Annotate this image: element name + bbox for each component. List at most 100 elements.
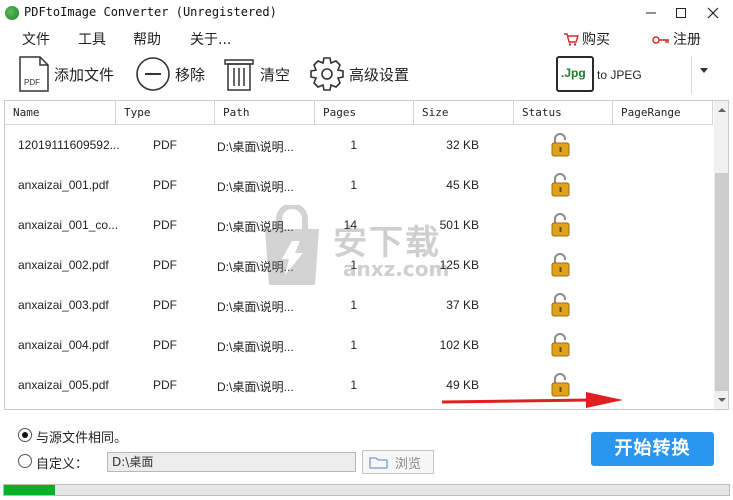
close-icon xyxy=(707,7,719,19)
scroll-down-icon[interactable] xyxy=(714,392,728,409)
cell-name: anxaizai_004.pdf xyxy=(18,338,109,352)
table-row[interactable]: anxaizai_004.pdf PDF D:\桌面\说明... 1 102 KB xyxy=(5,325,713,365)
menu-tools[interactable]: 工具 xyxy=(78,29,106,49)
buy-button[interactable]: 购买 xyxy=(563,29,610,49)
cell-name: 12019111609592... xyxy=(18,138,120,152)
menu-bar: 文件 工具 帮助 关于... 购买 注册 xyxy=(0,28,733,48)
remove-label: 移除 xyxy=(175,65,206,84)
advanced-settings-button[interactable]: 高级设置 xyxy=(309,54,409,94)
file-table: Name Type Path Pages Size Status PageRan… xyxy=(4,100,729,410)
cell-type: PDF xyxy=(153,218,177,232)
minimize-button[interactable] xyxy=(636,4,666,24)
scroll-thumb[interactable] xyxy=(715,173,728,391)
menu-about[interactable]: 关于... xyxy=(190,29,231,49)
table-row[interactable]: anxaizai_003.pdf PDF D:\桌面\说明... 1 37 KB xyxy=(5,285,713,325)
cell-size: 37 KB xyxy=(446,298,479,312)
cell-name: anxaizai_001.pdf xyxy=(18,178,109,192)
progress-bar xyxy=(3,484,730,496)
cell-pages: 1 xyxy=(350,138,357,152)
column-path[interactable]: Path xyxy=(215,101,315,125)
cell-size: 102 KB xyxy=(439,338,479,352)
cell-pages: 1 xyxy=(350,378,357,392)
register-label: 注册 xyxy=(673,32,701,48)
cell-path: D:\桌面\说明... xyxy=(217,140,294,154)
add-files-label: 添加文件 xyxy=(54,65,115,84)
cell-name: anxaizai_001_co... xyxy=(18,218,119,232)
column-page-range[interactable]: PageRange xyxy=(613,101,713,125)
format-badge: .Jpg xyxy=(561,66,586,80)
cell-size: 32 KB xyxy=(446,138,479,152)
cell-pages: 14 xyxy=(343,218,357,232)
cell-type: PDF xyxy=(153,298,177,312)
table-row[interactable]: anxaizai_001_co... PDF D:\桌面\说明... 14 501 KB xyxy=(5,205,713,245)
table-header: Name Type Path Pages Size Status PageRan… xyxy=(5,101,713,125)
vertical-scrollbar[interactable] xyxy=(714,101,728,409)
toolbar: PDF 添加文件 移除 清空 高级设置 .Jpg to JPEG xyxy=(0,50,733,98)
maximize-icon xyxy=(676,8,686,18)
cell-type: PDF xyxy=(153,338,177,352)
cell-size: 501 KB xyxy=(439,218,479,232)
trash-icon xyxy=(224,59,254,91)
minimize-icon xyxy=(646,12,656,14)
unlocked-padlock-icon xyxy=(551,213,570,237)
chevron-down-icon[interactable] xyxy=(700,68,708,73)
cell-path: D:\桌面\说明... xyxy=(217,260,294,274)
app-logo-icon xyxy=(5,6,19,20)
custom-path-label: 自定义： xyxy=(36,457,89,472)
menu-help[interactable]: 帮助 xyxy=(133,29,161,49)
toolbar-separator xyxy=(691,56,692,94)
cell-pages: 1 xyxy=(350,338,357,352)
advanced-settings-label: 高级设置 xyxy=(349,65,410,84)
cell-pages: 1 xyxy=(350,258,357,272)
browse-button[interactable]: 浏览 xyxy=(362,450,434,474)
remove-button[interactable]: 移除 xyxy=(135,54,205,94)
table-row[interactable]: anxaizai_001.pdf PDF D:\桌面\说明... 1 45 KB xyxy=(5,165,713,205)
cell-type: PDF xyxy=(153,258,177,272)
maximize-button[interactable] xyxy=(666,4,696,24)
clear-label: 清空 xyxy=(260,65,291,84)
output-format-button[interactable]: .Jpg xyxy=(556,56,594,92)
cell-type: PDF xyxy=(153,178,177,192)
progress-fill xyxy=(4,485,55,495)
cart-icon xyxy=(564,33,579,46)
cell-path: D:\桌面\说明... xyxy=(217,340,294,354)
cell-path: D:\桌面\说明... xyxy=(217,180,294,194)
cell-pages: 1 xyxy=(350,178,357,192)
column-pages[interactable]: Pages xyxy=(315,101,414,125)
cell-pages: 1 xyxy=(350,298,357,312)
add-files-button[interactable]: PDF 添加文件 xyxy=(18,54,114,94)
cell-name: anxaizai_003.pdf xyxy=(18,298,109,312)
cell-path: D:\桌面\说明... xyxy=(217,380,294,394)
cell-type: PDF xyxy=(153,138,177,152)
output-options: 与源文件相同。 自定义： D:\桌面 浏览 开始转换 xyxy=(0,414,733,484)
column-name[interactable]: Name xyxy=(5,101,116,125)
output-path-field[interactable]: D:\桌面 xyxy=(107,452,356,472)
svg-text:PDF: PDF xyxy=(24,78,40,87)
column-type[interactable]: Type xyxy=(116,101,215,125)
unlocked-padlock-icon xyxy=(551,133,570,157)
red-arrow-icon xyxy=(441,392,623,408)
menu-file[interactable]: 文件 xyxy=(22,29,50,49)
start-convert-button[interactable]: 开始转换 xyxy=(591,432,714,466)
column-size[interactable]: Size xyxy=(414,101,514,125)
column-status[interactable]: Status xyxy=(514,101,613,125)
close-button[interactable] xyxy=(698,4,728,24)
custom-path-radio[interactable] xyxy=(18,454,32,468)
cell-size: 125 KB xyxy=(439,258,479,272)
register-button[interactable]: 注册 xyxy=(652,29,701,49)
cell-name: anxaizai_005.pdf xyxy=(18,378,109,392)
clear-button[interactable]: 清空 xyxy=(222,54,290,94)
cell-name: anxaizai_002.pdf xyxy=(18,258,109,272)
same-as-source-radio[interactable] xyxy=(18,428,32,442)
table-row[interactable]: 12019111609592... PDF D:\桌面\说明... 1 32 KB xyxy=(5,125,713,165)
scroll-up-icon[interactable] xyxy=(714,101,728,118)
table-row[interactable]: anxaizai_002.pdf PDF D:\桌面\说明... 1 125 KB xyxy=(5,245,713,285)
folder-icon xyxy=(369,457,388,469)
title-bar: PDFtoImage Converter (Unregistered) xyxy=(0,0,733,28)
remove-icon xyxy=(136,57,170,91)
add-pdf-file-icon: PDF xyxy=(19,56,49,92)
key-icon xyxy=(652,36,669,44)
output-format-label: to JPEG xyxy=(597,68,642,82)
cell-path: D:\桌面\说明... xyxy=(217,220,294,234)
window-title: PDFtoImage Converter (Unregistered) xyxy=(24,5,277,19)
